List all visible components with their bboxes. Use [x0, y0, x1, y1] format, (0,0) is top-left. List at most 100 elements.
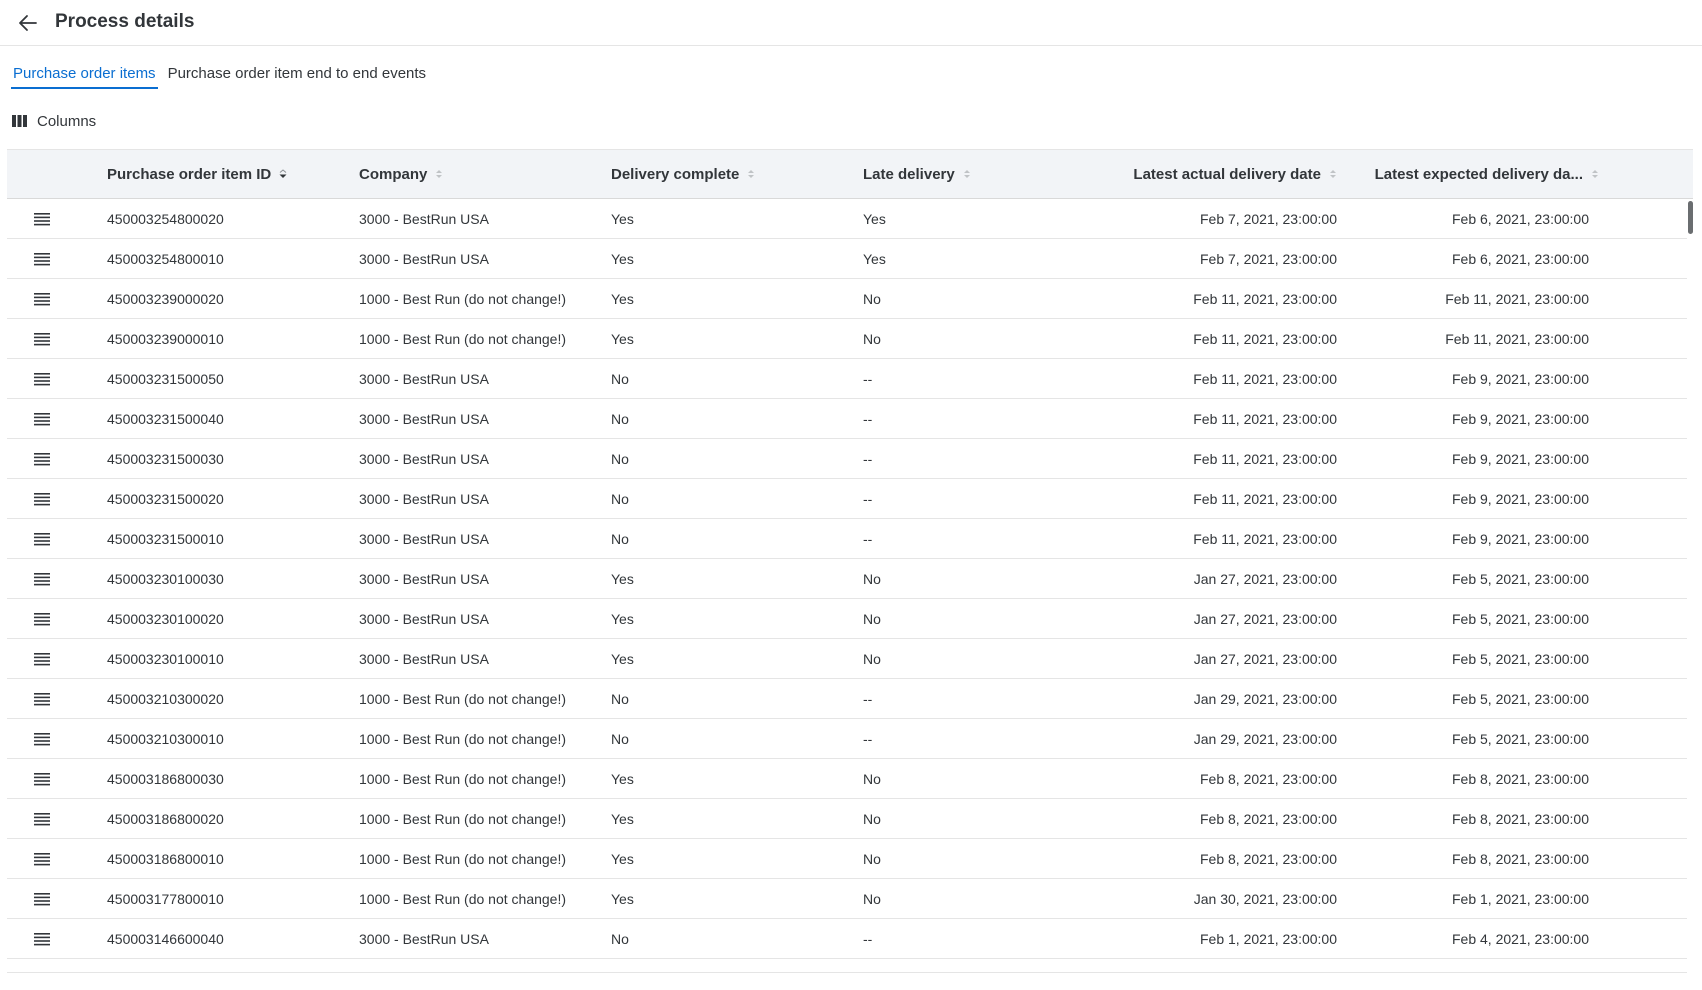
- row-details-button[interactable]: [34, 239, 64, 278]
- cell-company: 1000 - Best Run (do not change!): [359, 890, 567, 907]
- list-lines-icon: [34, 852, 50, 865]
- cell-latest-expected-delivery-date: Feb 8, 2021, 23:00:00: [1452, 850, 1589, 867]
- table-row[interactable]: 450003210300020 1000 - Best Run (do not c…: [7, 679, 1687, 719]
- cell-item-id: 450003230100010: [107, 650, 224, 667]
- cell-delivery-complete: Yes: [611, 650, 634, 667]
- row-details-button[interactable]: [34, 399, 64, 438]
- table-row[interactable]: 450003186800020 1000 - Best Run (do not c…: [7, 799, 1687, 839]
- cell-latest-actual-delivery-date: Feb 11, 2021, 23:00:00: [1193, 290, 1337, 307]
- cell-company: 3000 - BestRun USA: [359, 450, 489, 467]
- table-row[interactable]: 450003230100010 3000 - BestRun USA Yes No Ja…: [7, 639, 1687, 679]
- tab-purchase-order-items[interactable]: Purchase order items: [11, 62, 158, 89]
- cell-item-id: 450003177800010: [107, 890, 224, 907]
- table-row[interactable]: 450003231500040 3000 - BestRun USA No -- Feb…: [7, 399, 1687, 439]
- row-details-button[interactable]: [34, 359, 64, 398]
- row-details-button[interactable]: [34, 519, 64, 558]
- cell-latest-actual-delivery-date: Feb 11, 2021, 23:00:00: [1193, 450, 1337, 467]
- row-details-button[interactable]: [34, 759, 64, 798]
- row-details-button[interactable]: [34, 839, 64, 878]
- cell-company: 3000 - BestRun USA: [359, 610, 489, 627]
- table-row[interactable]: 450003231500030 3000 - BestRun USA No -- Feb…: [7, 439, 1687, 479]
- cell-latest-actual-delivery-date: Jan 27, 2021, 23:00:00: [1193, 650, 1337, 667]
- row-details-button[interactable]: [34, 439, 64, 478]
- cell-late-delivery: No: [863, 330, 881, 347]
- table-row[interactable]: 450003231500020 3000 - BestRun USA No -- Feb…: [7, 479, 1687, 519]
- cell-item-id: 450003186800030: [107, 770, 224, 787]
- column-header-latest-actual-delivery-date[interactable]: Latest actual delivery date: [1107, 150, 1337, 198]
- row-details-button[interactable]: [34, 639, 64, 678]
- list-lines-icon: [34, 812, 50, 825]
- row-details-button[interactable]: [34, 199, 64, 238]
- row-details-button[interactable]: [34, 679, 64, 718]
- sort-icon: [748, 170, 755, 178]
- table-row[interactable]: 450003210300010 1000 - Best Run (do not c…: [7, 719, 1687, 759]
- list-lines-icon: [34, 572, 50, 585]
- cell-item-id: 450003186800010: [107, 850, 224, 867]
- row-details-button[interactable]: [34, 559, 64, 598]
- cell-latest-actual-delivery-date: Jan 30, 2021, 23:00:00: [1193, 890, 1337, 907]
- cell-late-delivery: --: [863, 370, 873, 387]
- cell-company: 1000 - Best Run (do not change!): [359, 770, 567, 787]
- table-row[interactable]: 450003254800010 3000 - BestRun USA Yes Yes F…: [7, 239, 1687, 279]
- cell-latest-expected-delivery-date: Feb 8, 2021, 23:00:00: [1452, 810, 1589, 827]
- row-details-button[interactable]: [34, 279, 64, 318]
- cell-delivery-complete: No: [611, 450, 629, 467]
- row-details-button[interactable]: [34, 879, 64, 918]
- list-lines-icon: [34, 252, 50, 265]
- sort-icon: [1330, 170, 1336, 178]
- cell-latest-expected-delivery-date: Feb 5, 2021, 23:00:00: [1452, 570, 1589, 587]
- table-row[interactable]: 450003186800010 1000 - Best Run (do not c…: [7, 839, 1687, 879]
- cell-item-id: 450003231500040: [107, 410, 224, 427]
- cell-latest-actual-delivery-date: Feb 11, 2021, 23:00:00: [1193, 370, 1337, 387]
- table-row[interactable]: 450003230100020 3000 - BestRun USA Yes No Ja…: [7, 599, 1687, 639]
- vertical-scrollbar-thumb[interactable]: [1688, 201, 1693, 234]
- table-row[interactable]: 450003239000010 1000 - Best Run (do not c…: [7, 319, 1687, 359]
- cell-latest-actual-delivery-date: Feb 8, 2021, 23:00:00: [1200, 810, 1337, 827]
- row-details-button[interactable]: [34, 479, 64, 518]
- columns-icon: [12, 115, 27, 127]
- cell-latest-expected-delivery-date: Feb 1, 2021, 23:00:00: [1452, 890, 1589, 907]
- table-row[interactable]: 450003231500010 3000 - BestRun USA No -- Feb…: [7, 519, 1687, 559]
- cell-delivery-complete: Yes: [611, 250, 634, 267]
- page-header: Process details: [0, 0, 1702, 46]
- tab-end-to-end-events[interactable]: Purchase order item end to end events: [166, 62, 429, 87]
- cell-company: 1000 - Best Run (do not change!): [359, 730, 567, 747]
- column-header-item-id[interactable]: Purchase order item ID: [107, 150, 287, 198]
- table-row[interactable]: 450003254800020 3000 - BestRun USA Yes Yes F…: [7, 199, 1687, 239]
- table-row[interactable]: 450003186800030 1000 - Best Run (do not c…: [7, 759, 1687, 799]
- cell-late-delivery: No: [863, 290, 881, 307]
- cell-late-delivery: --: [863, 410, 873, 427]
- cell-late-delivery: No: [863, 850, 881, 867]
- cell-latest-expected-delivery-date: Feb 4, 2021, 23:00:00: [1452, 930, 1589, 947]
- cell-late-delivery: No: [863, 810, 881, 827]
- list-lines-icon: [34, 532, 50, 545]
- cell-latest-expected-delivery-date: Feb 9, 2021, 23:00:00: [1452, 490, 1589, 507]
- table-row[interactable]: 450003177800010 1000 - Best Run (do not c…: [7, 879, 1687, 919]
- column-header-delivery-complete[interactable]: Delivery complete: [611, 150, 755, 198]
- cell-item-id: 450003186800020: [107, 810, 224, 827]
- list-lines-icon: [34, 692, 50, 705]
- table-row[interactable]: 450003231500050 3000 - BestRun USA No -- Feb…: [7, 359, 1687, 399]
- row-details-button[interactable]: [34, 719, 64, 758]
- row-details-button[interactable]: [34, 599, 64, 638]
- columns-button[interactable]: Columns: [12, 110, 96, 132]
- cell-latest-actual-delivery-date: Jan 29, 2021, 23:00:00: [1193, 690, 1337, 707]
- cell-latest-expected-delivery-date: Feb 9, 2021, 23:00:00: [1452, 410, 1589, 427]
- cell-latest-actual-delivery-date: Feb 8, 2021, 23:00:00: [1200, 850, 1337, 867]
- table-row[interactable]: 450003239000020 1000 - Best Run (do not c…: [7, 279, 1687, 319]
- back-button[interactable]: [16, 11, 40, 35]
- row-details-button[interactable]: [34, 799, 64, 838]
- table-row[interactable]: 450003146600040 3000 - BestRun USA No -- Feb…: [7, 919, 1687, 959]
- column-header-late-delivery[interactable]: Late delivery: [863, 150, 971, 198]
- table-body: 450003254800020 3000 - BestRun USA Yes Yes F…: [7, 199, 1693, 959]
- cell-company: 3000 - BestRun USA: [359, 210, 489, 227]
- cell-late-delivery: Yes: [863, 210, 886, 227]
- cell-late-delivery: No: [863, 770, 881, 787]
- table-row[interactable]: 450003230100030 3000 - BestRun USA Yes No Ja…: [7, 559, 1687, 599]
- row-details-button[interactable]: [34, 319, 64, 358]
- row-details-button[interactable]: [34, 919, 64, 958]
- cell-item-id: 450003239000010: [107, 330, 224, 347]
- cell-item-id: 450003210300010: [107, 730, 224, 747]
- column-header-latest-expected-delivery-date[interactable]: Latest expected delivery da...: [1359, 150, 1599, 198]
- column-header-company[interactable]: Company: [359, 150, 443, 198]
